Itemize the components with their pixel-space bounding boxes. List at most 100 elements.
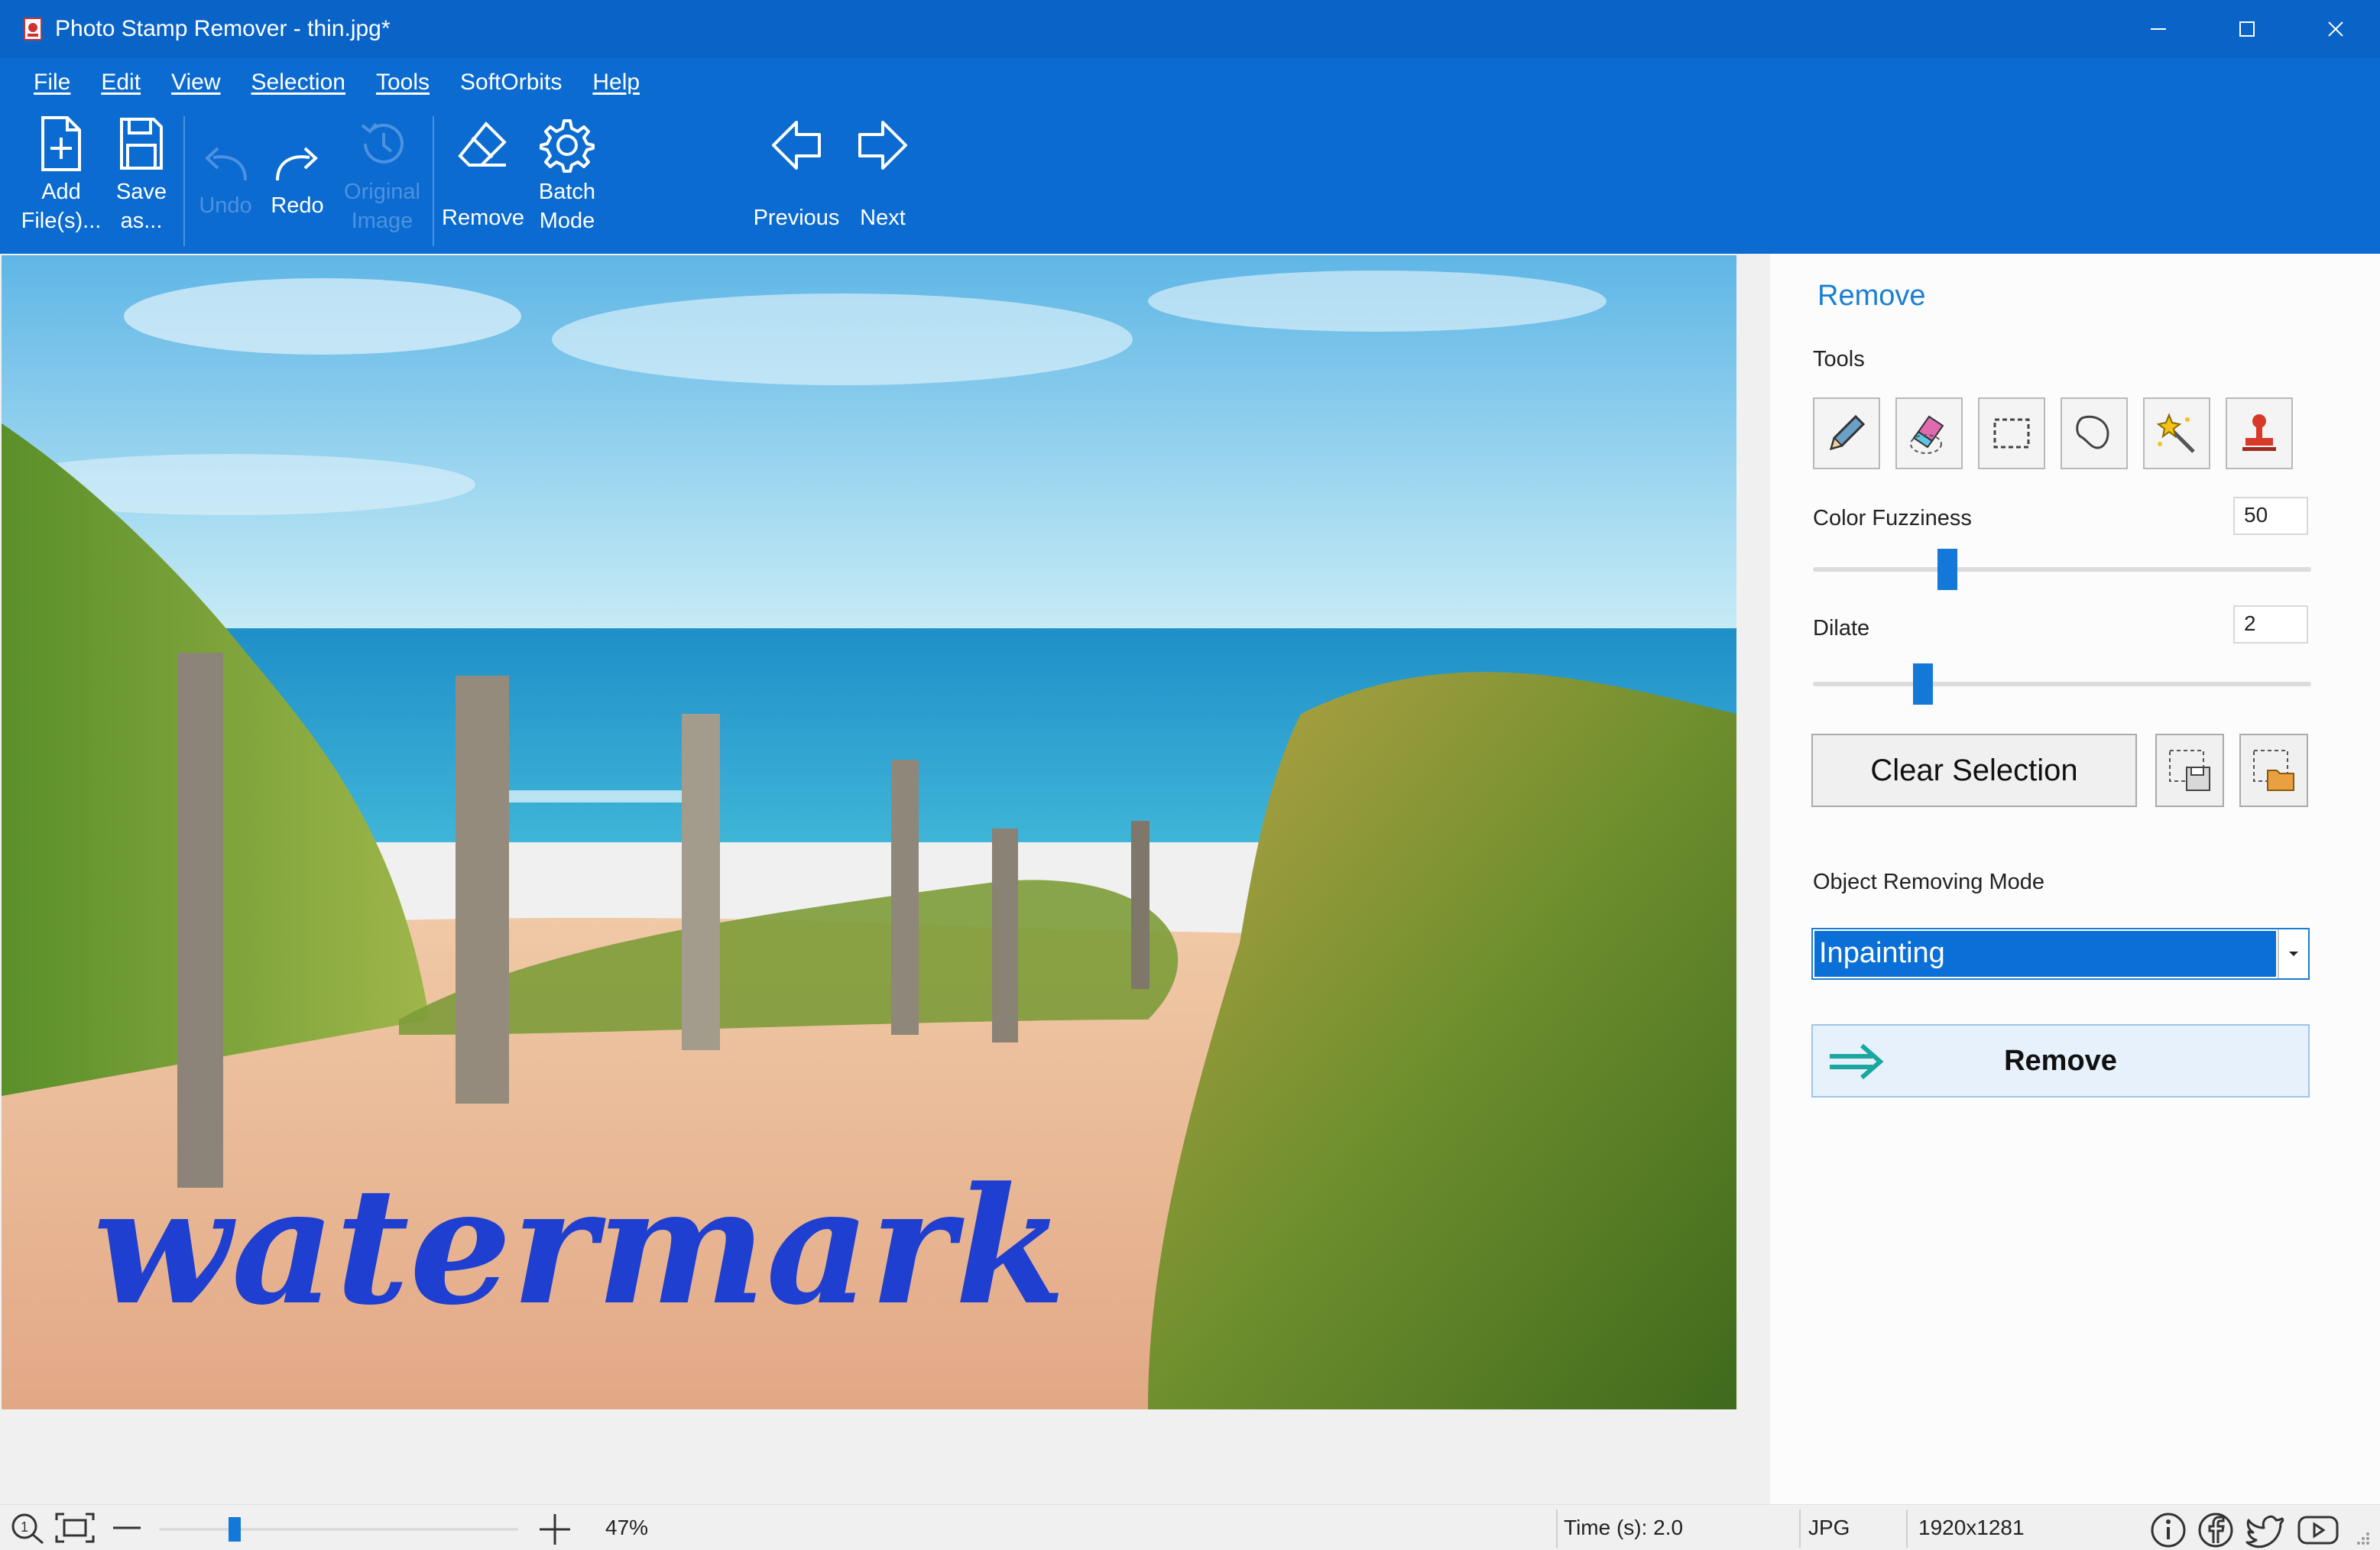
tool-magic-wand[interactable] — [2143, 397, 2210, 469]
dilate-label: Dilate — [1813, 616, 1870, 640]
save-icon — [120, 118, 163, 170]
twitter-icon[interactable] — [2244, 1511, 2287, 1549]
mode-label: Object Removing Mode — [1813, 870, 2045, 894]
remove-button-label: Remove — [2004, 1044, 2117, 1077]
save-as-label-1: Save — [115, 180, 167, 204]
dilate-slider[interactable] — [1813, 682, 2311, 686]
menu-edit[interactable]: Edit — [101, 70, 141, 96]
dilate-slider-thumb[interactable] — [1913, 663, 1934, 705]
magic-wand-icon — [2156, 413, 2195, 453]
original-image-button[interactable]: Original Image — [336, 115, 428, 235]
toolbar: Add File(s)... Save as... Undo Redo Orig… — [0, 107, 2380, 254]
minimize-button[interactable] — [2114, 0, 2203, 58]
title-bar: Photo Stamp Remover - thin.jpg* — [0, 0, 2380, 58]
menu-selection[interactable]: Selection — [251, 70, 345, 96]
menu-softorbits[interactable]: SoftOrbits — [460, 70, 562, 96]
resize-grip-icon[interactable] — [2352, 1528, 2371, 1546]
color-fuzziness-slider[interactable] — [1813, 567, 2311, 572]
tool-pencil[interactable] — [1813, 397, 1880, 469]
mode-select-arrow[interactable] — [2278, 929, 2308, 978]
save-as-button[interactable]: Save as... — [107, 115, 176, 235]
format-readout: JPG — [1808, 1516, 1850, 1539]
eraser-icon — [1910, 415, 1944, 454]
redo-label: Redo — [271, 193, 324, 218]
batch-mode-button[interactable]: Batch Mode — [529, 118, 605, 235]
zoom-slider[interactable] — [159, 1528, 518, 1531]
rect-select-icon — [1993, 418, 2030, 449]
batch-mode-label-2: Mode — [539, 209, 595, 233]
previous-button[interactable]: Previous — [749, 118, 844, 232]
menu-bar: File Edit View Selection Tools SoftOrbit… — [0, 58, 2380, 107]
maximize-button[interactable] — [2203, 0, 2291, 58]
remove-button[interactable]: Remove — [1811, 1024, 2310, 1098]
status-separator — [1799, 1509, 1801, 1548]
tool-stamp[interactable] — [2226, 397, 2293, 469]
status-separator — [1556, 1509, 1558, 1548]
save-selection-button[interactable] — [2155, 734, 2224, 807]
menu-tools[interactable]: Tools — [376, 70, 430, 96]
load-selection-button[interactable] — [2239, 734, 2308, 807]
clear-selection-label: Clear Selection — [1870, 753, 2078, 787]
redo-icon — [276, 147, 318, 181]
redo-button[interactable]: Redo — [264, 144, 330, 220]
menu-help[interactable]: Help — [592, 70, 640, 96]
color-fuzziness-slider-thumb[interactable] — [1937, 549, 1957, 590]
tool-rect-select[interactable] — [1978, 397, 2045, 469]
remove-toolbar-label: Remove — [442, 206, 524, 230]
original-image-label-1: Original — [344, 180, 420, 204]
youtube-icon[interactable] — [2296, 1511, 2340, 1549]
toolbar-separator — [433, 116, 434, 246]
facebook-icon[interactable] — [2197, 1511, 2235, 1549]
mode-select[interactable]: Inpainting — [1811, 928, 2310, 980]
clear-selection-button[interactable]: Clear Selection — [1811, 734, 2137, 807]
watermark-text[interactable]: watermark — [93, 1152, 1066, 1341]
tool-eraser[interactable] — [1895, 397, 1963, 469]
status-bar: 1 47% Time (s): 2.0 JPG 1920x1281 — [0, 1504, 2380, 1550]
gear-icon — [540, 119, 595, 173]
original-image-label-2: Image — [351, 209, 413, 233]
zoom-actual-icon[interactable]: 1 — [9, 1511, 46, 1545]
time-readout: Time (s): 2.0 — [1564, 1516, 1684, 1539]
arrow-left-icon — [772, 121, 821, 170]
close-button[interactable] — [2291, 0, 2380, 58]
tool-lasso[interactable] — [2061, 397, 2128, 469]
arrow-right-icon — [858, 121, 907, 170]
image-canvas[interactable]: watermark — [0, 254, 1770, 1504]
close-icon — [2328, 21, 2343, 37]
status-separator — [1906, 1509, 1908, 1548]
add-files-label-1: Add — [41, 180, 81, 204]
save-as-label-2: as... — [120, 209, 163, 233]
color-fuzziness-input[interactable]: 50 — [2233, 497, 2308, 535]
add-file-icon — [41, 116, 81, 171]
pencil-icon — [1829, 414, 1866, 451]
zoom-out-icon[interactable] — [110, 1511, 144, 1545]
next-label: Next — [860, 206, 906, 230]
previous-label: Previous — [753, 206, 840, 230]
save-selection-icon — [2169, 750, 2210, 791]
minimize-icon — [2151, 28, 2166, 30]
menu-view[interactable]: View — [171, 70, 220, 96]
lasso-icon — [2076, 415, 2109, 449]
info-icon[interactable] — [2149, 1511, 2187, 1549]
dilate-input[interactable]: 2 — [2233, 605, 2308, 644]
load-selection-icon — [2253, 750, 2294, 791]
undo-button[interactable]: Undo — [193, 144, 258, 220]
maximize-icon — [2239, 21, 2255, 37]
eraser-icon — [458, 122, 507, 167]
zoom-level: 47% — [605, 1516, 649, 1539]
tools-label: Tools — [1813, 347, 1865, 371]
fit-screen-icon[interactable] — [54, 1511, 96, 1545]
menu-file[interactable]: File — [34, 70, 70, 96]
zoom-slider-thumb[interactable] — [228, 1517, 241, 1542]
remove-toolbar-button[interactable]: Remove — [440, 118, 526, 232]
zoom-in-icon[interactable] — [537, 1511, 573, 1548]
stamp-icon — [2242, 414, 2276, 451]
mode-select-value: Inpainting — [1814, 931, 2276, 977]
batch-mode-label-1: Batch — [538, 180, 596, 204]
add-files-button[interactable]: Add File(s)... — [17, 115, 105, 235]
app-icon — [24, 18, 42, 41]
add-files-label-2: File(s)... — [21, 209, 102, 233]
next-button[interactable]: Next — [850, 118, 916, 232]
window-title: Photo Stamp Remover - thin.jpg* — [55, 16, 391, 41]
beach-photo[interactable]: watermark — [2, 255, 1736, 1409]
